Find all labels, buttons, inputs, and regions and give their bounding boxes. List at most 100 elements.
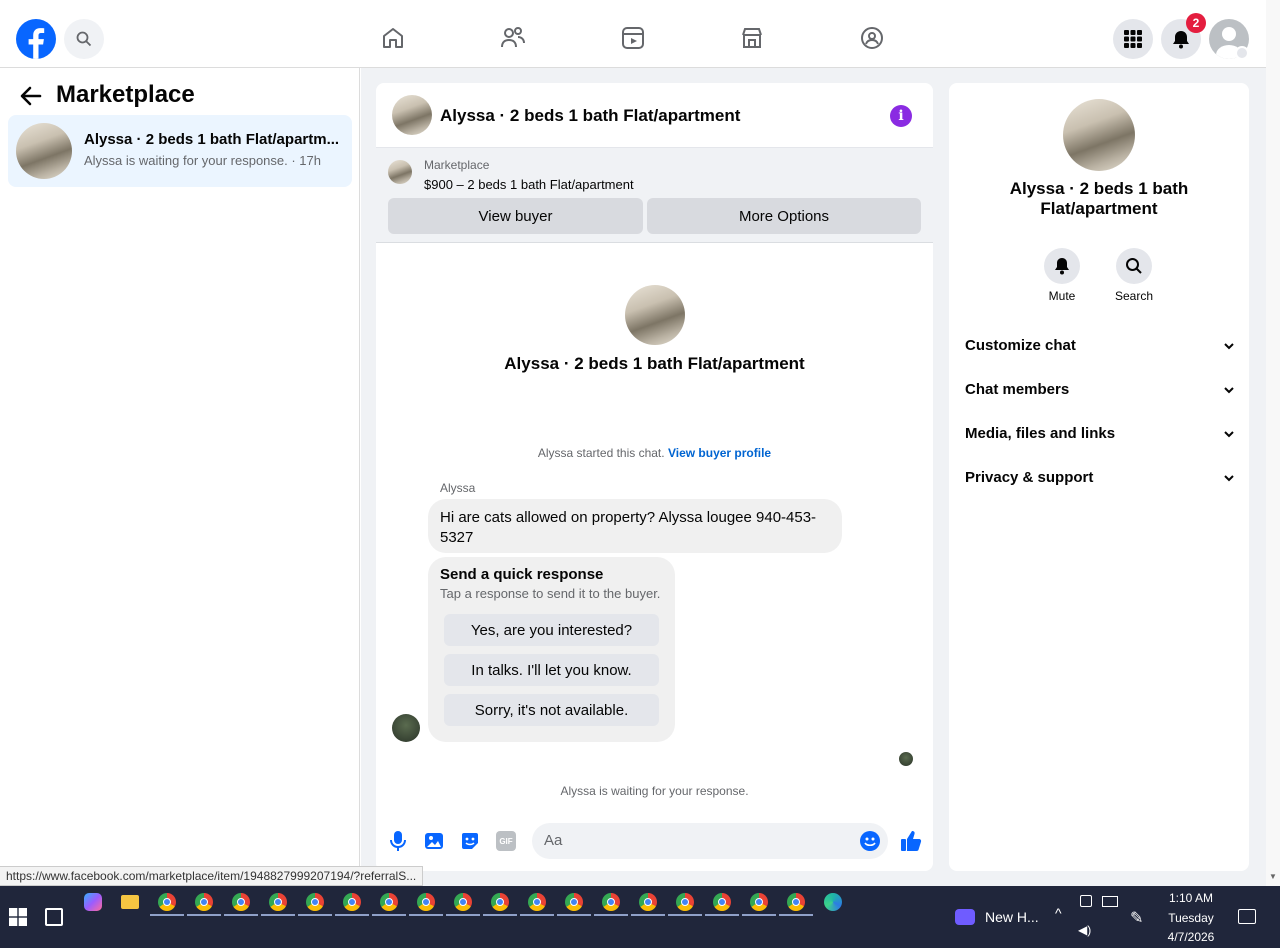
taskbar-time[interactable]: 1:10 AM	[1160, 891, 1222, 905]
chrome-browser-icon[interactable]	[454, 893, 472, 911]
page-scrollbar[interactable]: ▼	[1266, 0, 1280, 886]
customize-chat-section[interactable]: Customize chat	[965, 333, 1235, 357]
bell-icon	[1055, 258, 1069, 275]
video-nav-button[interactable]	[617, 22, 649, 54]
chevron-up-icon[interactable]: ^	[1055, 905, 1062, 921]
file-explorer-icon[interactable]	[121, 895, 139, 909]
mute-button[interactable]	[1044, 248, 1080, 284]
notification-badge: 2	[1186, 13, 1206, 33]
chrome-browser-icon[interactable]	[306, 893, 324, 911]
chrome-browser-icon[interactable]	[565, 893, 583, 911]
facebook-logo[interactable]	[16, 19, 56, 59]
running-indicator	[742, 914, 776, 916]
search-label: Search	[1114, 289, 1154, 303]
notification-center-icon[interactable]	[1238, 909, 1256, 924]
sender-avatar[interactable]	[392, 714, 420, 742]
sender-name: Alyssa	[440, 481, 476, 495]
video-icon	[622, 27, 644, 49]
task-view-icon[interactable]	[45, 908, 63, 926]
chrome-browser-icon[interactable]	[491, 893, 509, 911]
chat-started-text: Alyssa started this chat.	[537, 446, 665, 460]
copilot-icon[interactable]	[84, 893, 102, 911]
chrome-browser-icon[interactable]	[380, 893, 398, 911]
view-buyer-button[interactable]: View buyer	[388, 198, 643, 234]
status-bar-url: https://www.facebook.com/marketplace/ite…	[0, 866, 424, 886]
message-bubble[interactable]: Hi are cats allowed on property? Alyssa …	[428, 499, 842, 553]
chevron-down-icon	[1223, 425, 1235, 442]
back-arrow-icon[interactable]	[18, 84, 46, 108]
chat-header-title[interactable]: Alyssa · 2 beds 1 bath Flat/apartment	[440, 106, 740, 126]
search-icon	[76, 31, 92, 47]
more-options-button[interactable]: More Options	[647, 198, 921, 234]
running-indicator	[705, 914, 739, 916]
friends-nav-button[interactable]	[497, 22, 529, 54]
message-input[interactable]: Aa	[532, 823, 888, 859]
volume-icon[interactable]: ◀︎)	[1078, 923, 1091, 937]
network-icon[interactable]	[1102, 896, 1118, 907]
chrome-browser-icon[interactable]	[343, 893, 361, 911]
photo-icon[interactable]	[424, 831, 444, 851]
chrome-browser-icon[interactable]	[713, 893, 731, 911]
gif-icon[interactable]: GIF	[496, 831, 516, 851]
page-title: Marketplace	[56, 81, 195, 108]
thumbs-up-icon[interactable]	[899, 829, 923, 853]
search-icon	[1126, 258, 1142, 274]
menu-button[interactable]	[1113, 19, 1153, 59]
quick-response-option[interactable]: Sorry, it's not available.	[444, 694, 659, 726]
info-avatar	[1063, 99, 1135, 171]
media-files-links-section[interactable]: Media, files and links	[965, 421, 1235, 445]
search-button[interactable]	[64, 19, 104, 59]
zoom-app-icon[interactable]	[955, 909, 975, 925]
privacy-support-section[interactable]: Privacy & support	[965, 465, 1235, 489]
running-indicator	[483, 914, 517, 916]
top-navigation-bar: 2	[0, 0, 1266, 68]
taskbar-date[interactable]: 4/7/2026	[1160, 930, 1222, 944]
taskbar-day[interactable]: Tuesday	[1160, 911, 1222, 925]
seen-indicator-avatar	[899, 752, 913, 766]
running-indicator	[298, 914, 332, 916]
section-label: Privacy & support	[965, 468, 1094, 486]
running-indicator	[446, 914, 480, 916]
emoji-icon[interactable]	[860, 831, 880, 851]
chrome-browser-icon[interactable]	[639, 893, 657, 911]
info-icon[interactable]: i	[890, 105, 912, 127]
chrome-browser-icon[interactable]	[602, 893, 620, 911]
chat-header-avatar[interactable]	[392, 95, 432, 135]
scroll-down-icon[interactable]: ▼	[1269, 872, 1277, 881]
chrome-browser-icon[interactable]	[676, 893, 694, 911]
home-nav-button[interactable]	[377, 22, 409, 54]
meet-now-icon[interactable]	[1080, 895, 1092, 907]
microphone-icon[interactable]	[388, 829, 408, 853]
chrome-browser-icon[interactable]	[528, 893, 546, 911]
section-label: Media, files and links	[965, 424, 1116, 442]
pen-icon[interactable]: ✎	[1130, 908, 1143, 928]
conversation-item[interactable]: Alyssa · 2 beds 1 bath Flat/apartm... Al…	[8, 115, 352, 187]
sticker-icon[interactable]	[460, 831, 480, 851]
chrome-browser-icon[interactable]	[787, 893, 805, 911]
chrome-browser-icon[interactable]	[195, 893, 213, 911]
taskbar-app-label[interactable]: New H...	[985, 909, 1039, 925]
edge-browser-icon[interactable]	[824, 893, 842, 911]
chrome-browser-icon[interactable]	[269, 893, 287, 911]
chevron-down-icon	[1235, 46, 1249, 60]
running-indicator	[557, 914, 591, 916]
quick-response-option[interactable]: In talks. I'll let you know.	[444, 654, 659, 686]
friends-icon	[501, 27, 525, 48]
app-icon[interactable]	[232, 893, 250, 911]
chrome-browser-icon[interactable]	[417, 893, 435, 911]
marketplace-nav-button[interactable]	[736, 22, 768, 54]
bell-icon	[1173, 31, 1189, 49]
chrome-browser-icon[interactable]	[750, 893, 768, 911]
chat-members-section[interactable]: Chat members	[965, 377, 1235, 401]
running-indicator	[224, 914, 258, 916]
running-indicator	[409, 914, 443, 916]
view-buyer-profile-link[interactable]: View buyer profile	[668, 446, 771, 460]
groups-nav-button[interactable]	[856, 22, 888, 54]
chat-window: Alyssa · 2 beds 1 bath Flat/apartment i …	[376, 83, 933, 871]
windows-start-icon[interactable]	[9, 908, 27, 926]
mute-label: Mute	[1048, 289, 1076, 303]
chrome-browser-icon[interactable]	[158, 893, 176, 911]
search-conversation-button[interactable]	[1116, 248, 1152, 284]
listing-text[interactable]: $900 – 2 beds 1 bath Flat/apartment	[424, 177, 634, 192]
quick-response-option[interactable]: Yes, are you interested?	[444, 614, 659, 646]
